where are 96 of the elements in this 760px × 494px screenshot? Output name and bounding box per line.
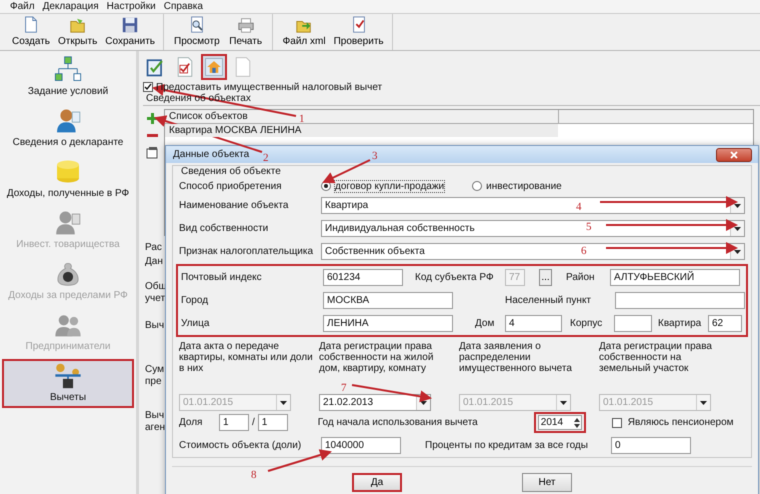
- checkbox[interactable]: [143, 82, 153, 92]
- menu-item[interactable]: Файл: [6, 0, 39, 12]
- field-label: Доля: [179, 417, 204, 428]
- caret-icon: [280, 400, 287, 404]
- input-field[interactable]: 601234: [323, 269, 403, 286]
- menu-item[interactable]: Настройки: [102, 0, 160, 12]
- dialog-title: Данные объекта: [173, 149, 250, 160]
- input-field[interactable]: ЛЕНИНА: [323, 315, 453, 332]
- annotation-number: 7: [341, 382, 346, 394]
- field-label: Квартира: [658, 318, 702, 329]
- spin-field[interactable]: 2014: [538, 415, 582, 430]
- field-label: Дата регистрации права собственности на жилой дом, квартиру, комнату: [319, 341, 434, 374]
- field-label: Улица: [181, 318, 210, 329]
- field-label: Дата регистрации права собственности на земельный участок: [599, 341, 713, 374]
- input-field[interactable]: 1: [258, 414, 288, 431]
- annotation-arrow: [268, 449, 332, 472]
- annotation-number: 3: [372, 150, 378, 162]
- table-row[interactable]: Квартира МОСКВА ЛЕНИНА: [165, 124, 558, 137]
- picker-button[interactable]: ...: [539, 269, 552, 286]
- annotation-number: 4: [576, 201, 582, 213]
- checkbox[interactable]: [612, 418, 622, 428]
- annotation-number: 1: [299, 113, 304, 125]
- annotation-number: 6: [581, 245, 586, 257]
- field-label: Город: [181, 295, 210, 306]
- form-label: Сум: [145, 364, 164, 376]
- house-icon: [203, 56, 225, 78]
- radio-option[interactable]: договор купли-продажи: [321, 180, 444, 192]
- form-label: Дан: [145, 256, 163, 268]
- sidebar-item[interactable]: Доходы, полученные в РФ: [2, 155, 134, 204]
- radio-option[interactable]: инвестирование: [472, 180, 562, 192]
- caret-icon: [420, 400, 427, 404]
- menu-item[interactable]: Справка: [160, 0, 207, 12]
- form-label: пре: [145, 376, 162, 388]
- toolbar-button[interactable]: Просмотр: [170, 14, 224, 50]
- toolbar-button[interactable]: Открыть: [54, 14, 102, 50]
- group-title: Сведения об объекте: [180, 166, 282, 178]
- sidebar-item[interactable]: Сведения о декларанте: [2, 104, 134, 153]
- form-label: Выч: [145, 410, 164, 422]
- caret-icon: [734, 250, 741, 254]
- spin-arrows-icon[interactable]: [572, 416, 581, 428]
- annotation-number: 2: [263, 152, 268, 164]
- field-label: Почтовый индекс: [181, 272, 263, 283]
- field-label: Дата заявления о распределении имущественного вычета: [459, 341, 573, 374]
- add-icon[interactable]: [146, 112, 158, 125]
- checkbox-label: Являюсь пенсионером: [628, 417, 734, 428]
- caret-icon: [700, 400, 707, 404]
- toolbar-button[interactable]: Файл xml: [278, 14, 330, 50]
- field-label: Стоимость объекта (доли): [179, 440, 302, 451]
- annotation-number: 5: [586, 221, 592, 233]
- field-label: Дата акта о передаче квартиры, комнаты или доли в них: [179, 341, 314, 374]
- close-icon: [730, 150, 738, 158]
- sidebar-item[interactable]: Вычеты: [2, 359, 134, 408]
- dialog-button[interactable]: Нет: [522, 473, 572, 492]
- toolbar-button[interactable]: Сохранить: [101, 14, 159, 50]
- caret-icon: [734, 204, 741, 208]
- field-label: Проценты по кредитам за все годы: [425, 440, 589, 451]
- input-field[interactable]: 4: [505, 315, 562, 332]
- edit-icon[interactable]: [146, 146, 158, 159]
- field-label: Дом: [475, 318, 496, 329]
- menu-item[interactable]: Декларация: [38, 0, 103, 12]
- printer-icon: [236, 16, 256, 34]
- field-label: Район: [566, 272, 596, 283]
- field-label: Признак налогоплательщика: [179, 246, 314, 257]
- caret-icon: [734, 226, 741, 230]
- toolbar-button[interactable]: Печать: [224, 14, 268, 50]
- form-label: аген: [145, 422, 166, 434]
- field-label: Код субъекта РФ: [415, 272, 495, 283]
- form-label: Рас: [145, 242, 162, 254]
- input-field[interactable]: 1: [219, 414, 249, 431]
- field-label: Корпус: [570, 318, 604, 329]
- input-field[interactable]: [615, 292, 745, 309]
- dialog-button[interactable]: Да: [352, 473, 402, 492]
- form-label: учет: [145, 293, 166, 305]
- input-field[interactable]: 0: [611, 437, 691, 454]
- date-field[interactable]: 21.02.2013: [319, 394, 431, 411]
- annotation-arrow: [322, 159, 370, 184]
- field-label: Наименование объекта: [179, 200, 290, 211]
- input-field[interactable]: 1040000: [321, 437, 401, 454]
- input-field[interactable]: АЛТУФЬЕВСКИЙ: [610, 269, 740, 286]
- input-field[interactable]: 62: [708, 315, 742, 332]
- field-label: Способ приобретения: [179, 180, 283, 192]
- section-tab[interactable]: [201, 54, 227, 80]
- toolbar-button[interactable]: Проверить: [330, 14, 388, 50]
- close-button[interactable]: [716, 148, 752, 162]
- fraction-slash: /: [252, 417, 255, 428]
- folder-icon: [68, 16, 88, 34]
- input-field[interactable]: [614, 315, 652, 332]
- form-label: Выч: [145, 320, 164, 332]
- caret-icon: [560, 400, 567, 404]
- field-label: Населенный пункт: [505, 295, 592, 306]
- input-field[interactable]: МОСКВА: [323, 292, 453, 309]
- annotation-number: 8: [251, 469, 256, 481]
- sidebar-item[interactable]: Задание условий: [2, 53, 134, 102]
- field-label: Вид собственности: [179, 223, 270, 234]
- field-label: Год начала использования вычета: [318, 417, 478, 428]
- toolbar-button[interactable]: Создать: [8, 14, 54, 50]
